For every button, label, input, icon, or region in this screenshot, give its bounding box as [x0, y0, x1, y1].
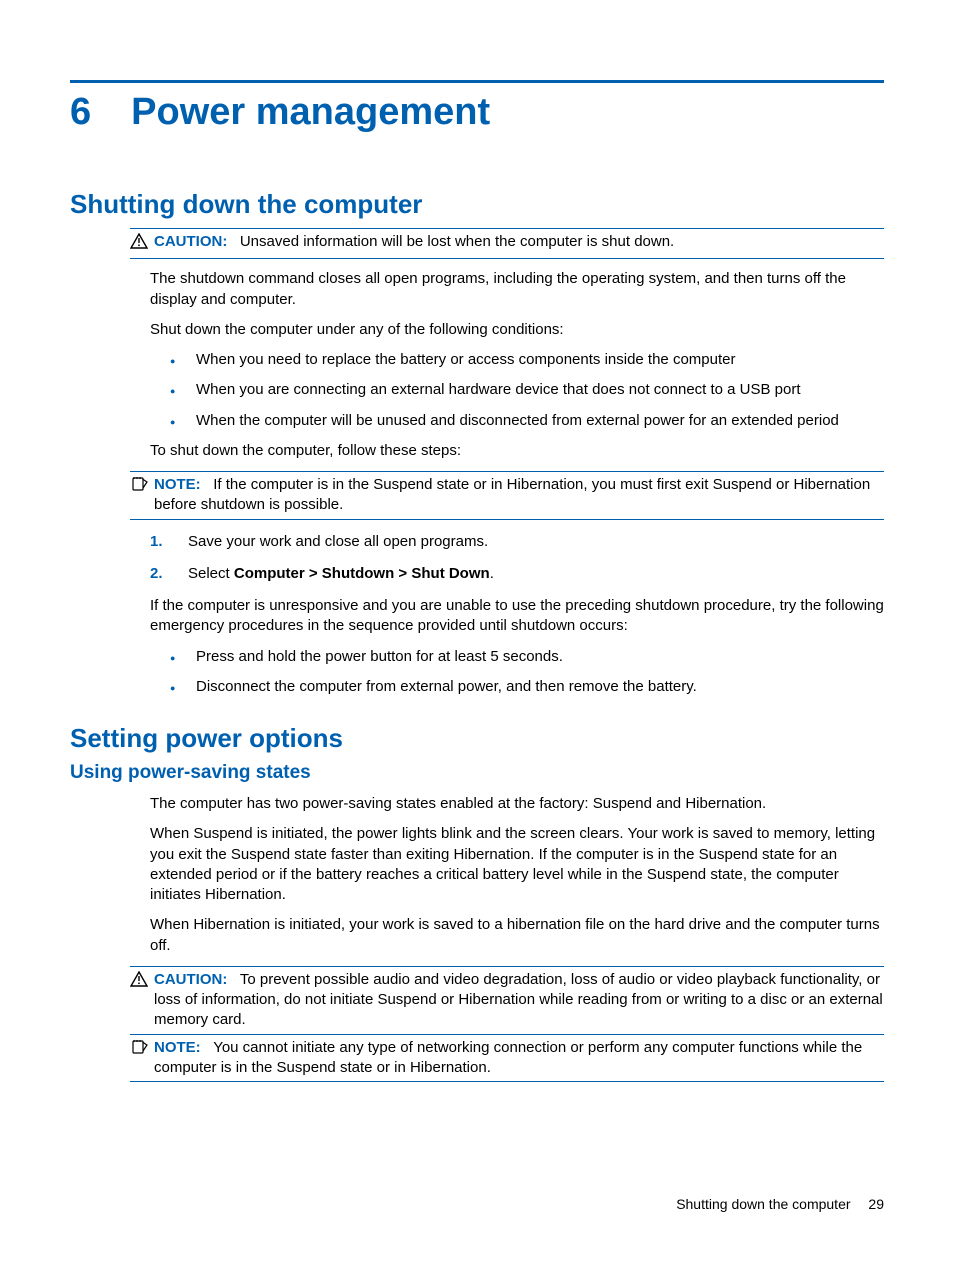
top-rule — [70, 80, 884, 83]
step-text: Save your work and close all open progra… — [188, 533, 488, 550]
caution-text: CAUTION: Unsaved information will be los… — [154, 232, 884, 252]
caution-text: CAUTION: To prevent possible audio and v… — [154, 970, 884, 1031]
step-number: 1. — [150, 532, 163, 552]
step-text: Select Computer > Shutdown > Shut Down. — [188, 565, 494, 582]
paragraph: To shut down the computer, follow these … — [150, 441, 884, 461]
caution-callout: CAUTION: To prevent possible audio and v… — [130, 966, 884, 1035]
caution-callout: CAUTION: Unsaved information will be los… — [130, 228, 884, 259]
list-item: When you need to replace the battery or … — [170, 350, 884, 370]
body-block: To shut down the computer, follow these … — [150, 441, 884, 461]
note-callout: NOTE: You cannot initiate any type of ne… — [130, 1035, 884, 1083]
body-block: The computer has two power-saving states… — [150, 794, 884, 956]
note-text: NOTE: You cannot initiate any type of ne… — [154, 1038, 884, 1079]
caution-body: To prevent possible audio and video degr… — [154, 971, 883, 1029]
note-icon — [130, 1039, 150, 1061]
caution-label: CAUTION: — [154, 971, 227, 988]
body-block: The shutdown command closes all open pro… — [150, 269, 884, 340]
paragraph: The computer has two power-saving states… — [150, 794, 884, 814]
section-heading-shutdown: Shutting down the computer — [70, 189, 884, 220]
subsection-heading-power-saving: Using power-saving states — [70, 762, 884, 784]
section-heading-power-options: Setting power options — [70, 723, 884, 754]
step-number: 2. — [150, 564, 163, 584]
footer-page-number: 29 — [868, 1196, 884, 1212]
note-body: If the computer is in the Suspend state … — [154, 476, 870, 513]
steps-list: 1. Save your work and close all open pro… — [150, 532, 884, 585]
note-label: NOTE: — [154, 1039, 201, 1056]
note-icon — [130, 476, 150, 498]
page-footer: Shutting down the computer 29 — [676, 1196, 884, 1212]
warning-icon — [130, 233, 150, 255]
footer-section: Shutting down the computer — [676, 1196, 850, 1212]
warning-icon — [130, 971, 150, 993]
list-item: Disconnect the computer from external po… — [170, 677, 884, 697]
caution-body: Unsaved information will be lost when th… — [240, 233, 674, 250]
page: 6 Power management Shutting down the com… — [0, 0, 954, 1146]
paragraph: Shut down the computer under any of the … — [150, 320, 884, 340]
chapter-title: Power management — [131, 91, 490, 134]
note-label: NOTE: — [154, 476, 201, 493]
paragraph: When Suspend is initiated, the power lig… — [150, 824, 884, 905]
conditions-list: When you need to replace the battery or … — [170, 350, 884, 431]
paragraph: The shutdown command closes all open pro… — [150, 269, 884, 310]
paragraph: If the computer is unresponsive and you … — [150, 596, 884, 637]
caution-label: CAUTION: — [154, 233, 227, 250]
emergency-list: Press and hold the power button for at l… — [170, 647, 884, 698]
chapter-heading: 6 Power management — [70, 91, 884, 134]
note-callout: NOTE: If the computer is in the Suspend … — [130, 471, 884, 520]
chapter-number: 6 — [70, 91, 91, 134]
paragraph: When Hibernation is initiated, your work… — [150, 915, 884, 956]
body-block: If the computer is unresponsive and you … — [150, 596, 884, 637]
step-item: 2. Select Computer > Shutdown > Shut Dow… — [150, 564, 884, 584]
list-item: Press and hold the power button for at l… — [170, 647, 884, 667]
note-text: NOTE: If the computer is in the Suspend … — [154, 475, 884, 516]
list-item: When the computer will be unused and dis… — [170, 411, 884, 431]
note-body: You cannot initiate any type of networki… — [154, 1039, 862, 1076]
list-item: When you are connecting an external hard… — [170, 380, 884, 400]
step-item: 1. Save your work and close all open pro… — [150, 532, 884, 552]
